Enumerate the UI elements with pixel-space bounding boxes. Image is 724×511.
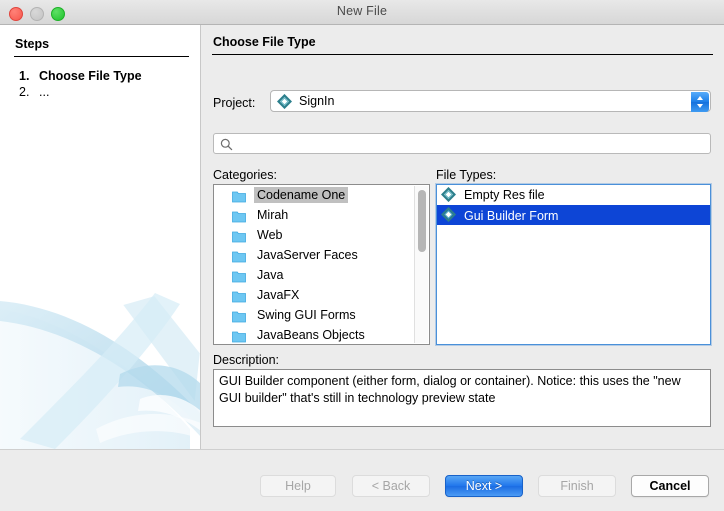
project-combobox-value: SignIn — [299, 94, 334, 108]
file-types-list[interactable]: Empty Res file Gui Builder Form — [436, 184, 711, 345]
categories-scrollbar-thumb[interactable] — [418, 190, 426, 252]
cancel-button[interactable]: Cancel — [631, 475, 709, 497]
back-button[interactable]: < Back — [352, 475, 430, 497]
description-label: Description: — [213, 353, 279, 367]
list-item[interactable]: JavaFX — [214, 285, 429, 305]
finish-button[interactable]: Finish — [538, 475, 616, 497]
file-types-list-viewport: Empty Res file Gui Builder Form — [437, 185, 710, 344]
codename-one-diamond-icon — [441, 207, 456, 228]
search-field[interactable] — [213, 133, 711, 154]
categories-label: Categories: — [213, 168, 277, 182]
step-item-1: 1.Choose File Type — [19, 69, 142, 83]
list-item[interactable]: Empty Res file — [437, 185, 710, 205]
list-item[interactable]: Web — [214, 225, 429, 245]
content-panel: Choose File Type Project: SignIn — [201, 25, 724, 449]
list-item-label: Java — [254, 267, 286, 283]
title-bar: New File — [0, 0, 724, 25]
project-combobox-stepper[interactable] — [691, 92, 709, 112]
page-title: Choose File Type — [213, 35, 316, 49]
dialog-footer: Help < Back Next > Finish Cancel — [0, 449, 724, 511]
search-icon — [220, 138, 233, 154]
list-item-label: Empty Res file — [461, 187, 548, 203]
list-item[interactable]: JavaBeans Objects — [214, 325, 429, 344]
list-item-label: JavaBeans Objects — [254, 327, 368, 343]
step-number-2: 2. — [19, 85, 39, 99]
list-item[interactable]: Swing GUI Forms — [214, 305, 429, 325]
next-button[interactable]: Next > — [445, 475, 523, 497]
step-label-2: ... — [39, 85, 49, 99]
step-label-1: Choose File Type — [39, 69, 142, 83]
categories-list[interactable]: Codename One Mirah Web — [213, 184, 430, 345]
list-item-label: JavaServer Faces — [254, 247, 361, 263]
list-item[interactable]: Mirah — [214, 205, 429, 225]
list-item-label: Mirah — [254, 207, 291, 223]
netbeans-watermark-graphic — [0, 279, 201, 449]
steps-heading-rule — [14, 56, 189, 57]
list-item[interactable]: Gui Builder Form — [437, 205, 710, 225]
file-types-label: File Types: — [436, 168, 496, 182]
description-text: GUI Builder component (either form, dial… — [213, 369, 711, 427]
step-number-1: 1. — [19, 69, 39, 83]
steps-heading: Steps — [15, 37, 49, 51]
new-file-dialog: New File Steps 1.Choose File Type 2.... — [0, 0, 724, 511]
chevron-up-icon — [697, 96, 703, 100]
steps-panel: Steps 1.Choose File Type 2.... — [0, 25, 201, 449]
project-combobox[interactable]: SignIn — [270, 90, 711, 112]
categories-scrollbar[interactable] — [414, 186, 428, 343]
dialog-body: Steps 1.Choose File Type 2.... — [0, 25, 724, 449]
list-item-label: Codename One — [254, 187, 348, 203]
step-item-2: 2.... — [19, 85, 49, 99]
codename-one-diamond-icon — [277, 94, 292, 112]
list-item-label: Swing GUI Forms — [254, 307, 359, 323]
window-title: New File — [0, 4, 724, 18]
list-item-label: JavaFX — [254, 287, 302, 303]
help-button[interactable]: Help — [260, 475, 336, 497]
chevron-down-icon — [697, 104, 703, 108]
list-item[interactable]: Java — [214, 265, 429, 285]
project-label: Project: — [213, 96, 255, 110]
list-item[interactable]: Codename One — [214, 185, 429, 205]
list-item-label: Web — [254, 227, 285, 243]
list-item[interactable]: JavaServer Faces — [214, 245, 429, 265]
folder-icon — [232, 329, 246, 344]
categories-list-viewport: Codename One Mirah Web — [214, 185, 429, 344]
list-item-label: Gui Builder Form — [461, 205, 561, 227]
page-title-rule — [212, 54, 713, 55]
